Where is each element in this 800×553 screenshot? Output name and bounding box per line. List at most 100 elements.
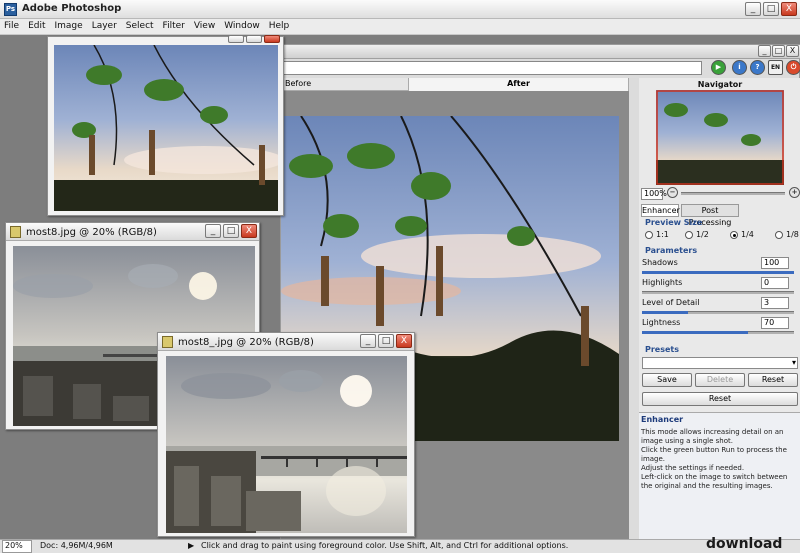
chevron-down-icon: ▾ [791, 358, 796, 367]
photoshop-icon: Ps [4, 3, 17, 16]
doc-close-button[interactable]: X [241, 224, 257, 238]
doc-close-button[interactable]: X [396, 334, 412, 348]
status-zoom-field[interactable]: 20% [2, 540, 32, 553]
highlights-field[interactable]: 0 [761, 277, 789, 289]
app-title: Adobe Photoshop [22, 3, 122, 14]
lightness-field[interactable]: 70 [761, 317, 789, 329]
preview-radio-1-4[interactable] [730, 231, 738, 239]
menu-layer[interactable]: Layer [88, 19, 122, 31]
plugin-minimize-button[interactable]: _ [758, 45, 771, 57]
help-line: This mode allows increasing detail on an… [641, 428, 784, 445]
floating-image-window[interactable] [47, 35, 284, 216]
doc-titlebar: most8.jpg @ 20% (RGB/8) _ □ X [6, 223, 259, 241]
view-tabs: Before After [281, 78, 629, 91]
doc-title: most8_.jpg @ 20% (RGB/8) [178, 337, 314, 348]
preview-radio-1-2[interactable] [685, 231, 693, 239]
param-label: Shadows [642, 258, 678, 267]
document-window-most8-copy[interactable]: most8_.jpg @ 20% (RGB/8) _ □ X [157, 332, 415, 537]
param-label: Lightness [642, 318, 681, 327]
zoom-in-button[interactable]: + [789, 187, 800, 198]
preview-radio-1-1[interactable] [645, 231, 653, 239]
menu-select[interactable]: Select [122, 19, 159, 31]
status-arrow-icon[interactable]: ▶ [188, 541, 194, 550]
zoom-slider[interactable] [681, 192, 785, 195]
presets-heading: Presets [645, 345, 680, 354]
doc-close-button[interactable] [264, 35, 280, 43]
param-label: Highlights [642, 278, 683, 287]
navigator-thumbnail[interactable] [656, 90, 784, 185]
watermark-logo: download [706, 536, 783, 552]
shadows-field[interactable]: 100 [761, 257, 789, 269]
menu-bar: File Edit Image Layer Select Filter View Window… [0, 19, 800, 35]
menu-edit[interactable]: Edit [24, 19, 50, 31]
menu-image[interactable]: Image [51, 19, 88, 31]
preview-radio-1-8[interactable] [775, 231, 783, 239]
preview-size-heading: Preview Size [645, 218, 703, 227]
menu-window[interactable]: Window [220, 19, 265, 31]
lightness-slider[interactable] [642, 331, 794, 334]
shadows-slider[interactable] [642, 271, 794, 274]
slider-fill [642, 311, 688, 314]
preview-option-label: 1/2 [696, 230, 709, 239]
doc-minimize-button[interactable]: _ [360, 334, 376, 348]
reset-preset-button[interactable]: Reset [748, 373, 798, 387]
menu-file[interactable]: File [0, 19, 24, 31]
tab-before[interactable]: Before [281, 78, 409, 91]
slider-fill [642, 271, 794, 274]
tab-post-processing[interactable]: Post Processing [681, 204, 739, 227]
preview-option-label: 1:1 [656, 230, 669, 239]
save-preset-button[interactable]: Save [642, 373, 692, 387]
delete-preset-button[interactable]: Delete [695, 373, 745, 387]
presets-select[interactable]: ▾ [642, 357, 798, 369]
help-panel: Enhancer This mode allows increasing det… [639, 412, 800, 542]
menu-filter[interactable]: Filter [159, 19, 190, 31]
help-icon[interactable]: ? [750, 60, 765, 75]
maximize-button[interactable]: □ [763, 2, 779, 16]
plugin-close-button[interactable]: X [786, 45, 799, 57]
doc-maximize-button[interactable]: □ [223, 224, 239, 238]
level-of-detail-slider[interactable] [642, 311, 794, 314]
path-field[interactable] [281, 61, 702, 75]
close-button[interactable]: X [781, 2, 797, 16]
help-text: This mode allows increasing detail on an… [641, 428, 799, 491]
zoom-out-button[interactable]: − [667, 187, 678, 198]
status-hint: Click and drag to paint using foreground… [201, 541, 569, 550]
run-icon[interactable]: ▶ [711, 60, 726, 75]
parameters-heading: Parameters [645, 246, 698, 255]
side-panel: Navigator 100% − + Enhancer Post Process… [639, 78, 800, 542]
document-icon [162, 336, 173, 348]
preview-option-label: 1/8 [786, 230, 799, 239]
status-bar: 20% Doc: 4,96M/4,96M ▶ Click and drag to… [0, 536, 800, 553]
status-doc-size: Doc: 4,96M/4,96M [40, 541, 113, 550]
tab-after[interactable]: After [409, 78, 629, 91]
help-line: Click the green button Run to process th… [641, 446, 787, 463]
document-image[interactable] [166, 356, 407, 533]
menu-view[interactable]: View [190, 19, 220, 31]
document-icon [10, 226, 21, 238]
language-button[interactable]: EN [768, 60, 783, 75]
doc-titlebar: most8_.jpg @ 20% (RGB/8) _ □ X [158, 333, 414, 351]
document-image[interactable] [54, 45, 278, 211]
highlights-slider[interactable] [642, 291, 794, 294]
slider-fill [642, 331, 749, 334]
navigator-title: Navigator [697, 80, 743, 89]
help-title: Enhancer [641, 415, 684, 424]
doc-minimize-button[interactable] [228, 35, 244, 43]
minimize-button[interactable]: _ [745, 2, 761, 16]
reset-all-button[interactable]: Reset [642, 392, 798, 406]
doc-minimize-button[interactable]: _ [205, 224, 221, 238]
zoom-field[interactable]: 100% [641, 188, 667, 200]
plugin-maximize-button[interactable]: □ [772, 45, 785, 57]
doc-maximize-button[interactable] [246, 35, 262, 43]
preview-option-label: 1/4 [741, 230, 754, 239]
help-line: Adjust the settings if needed. [641, 464, 745, 472]
info-icon[interactable]: i [732, 60, 747, 75]
power-icon[interactable]: ⏻ [786, 60, 800, 75]
doc-maximize-button[interactable]: □ [378, 334, 394, 348]
tab-enhancer[interactable]: Enhancer [641, 204, 680, 217]
help-line: Left-click on the image to switch betwee… [641, 473, 788, 490]
menu-help[interactable]: Help [265, 19, 295, 31]
app-titlebar: Ps Adobe Photoshop _ □ X [0, 0, 800, 19]
level-of-detail-field[interactable]: 3 [761, 297, 789, 309]
plugin-titlebar: _ □ X [281, 45, 800, 59]
